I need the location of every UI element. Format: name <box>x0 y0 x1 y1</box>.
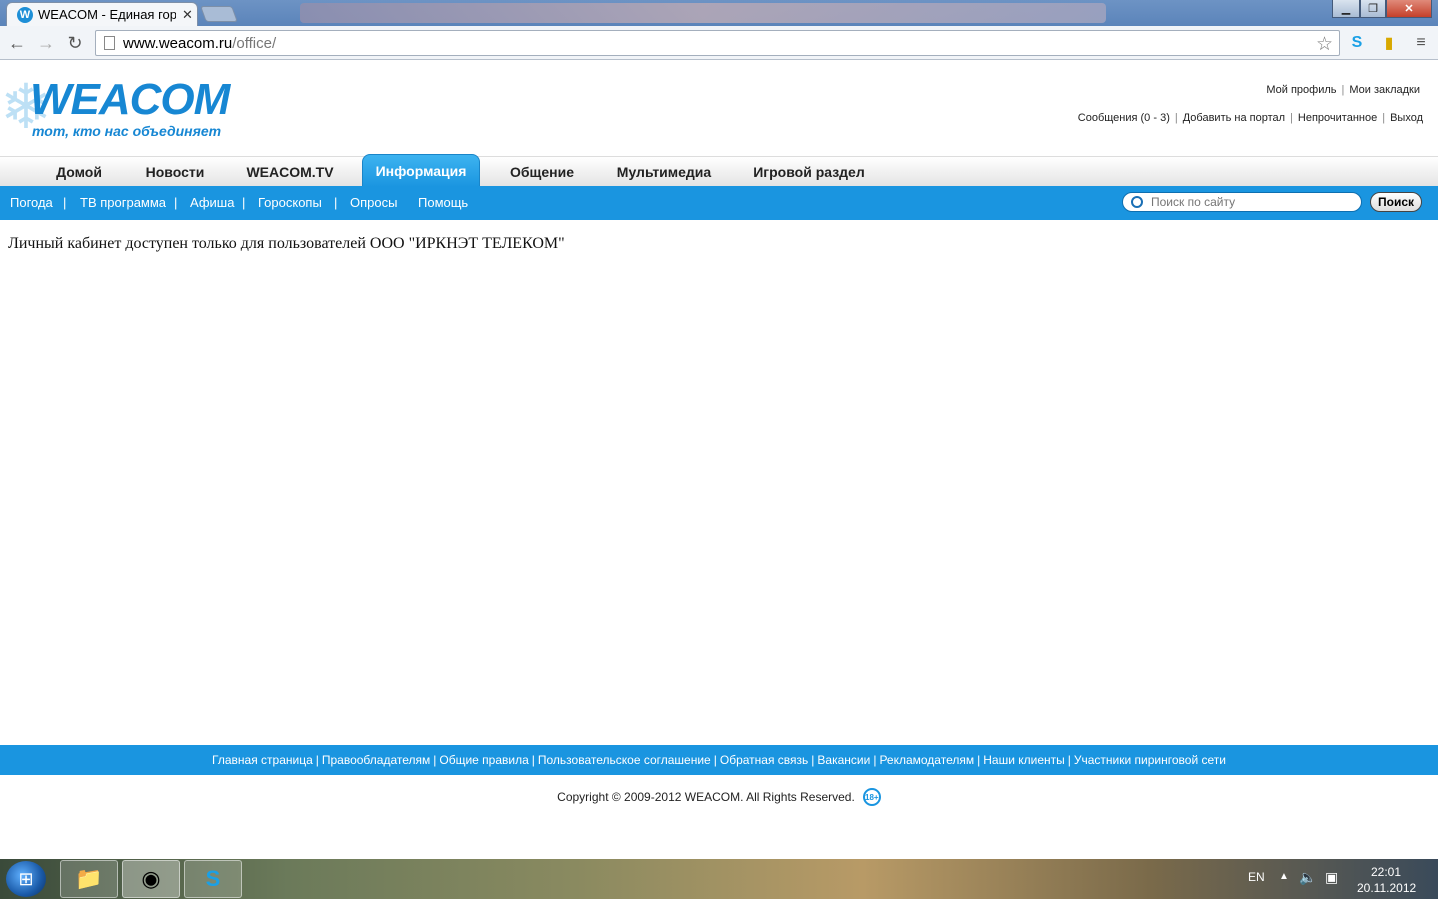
footer-link-rightholders[interactable]: Правообладателям <box>322 753 430 767</box>
nav-news[interactable]: Новости <box>136 157 214 187</box>
bookmark-star-icon[interactable]: ☆ <box>1316 33 1333 56</box>
menu-icon[interactable]: ≡ <box>1410 32 1432 54</box>
footer-links: Главная страница | Правообладателям | Общи… <box>0 745 1438 775</box>
browser-titlebar: W WEACOM - Единая город ✕ ▁ ❐ ✕ <box>0 0 1438 26</box>
reload-icon[interactable]: ↻ <box>64 32 86 54</box>
url-path: /office/ <box>232 34 277 52</box>
my-bookmarks-link[interactable]: Мои закладки <box>1349 84 1420 96</box>
url-host: www.weacom.ru <box>123 34 233 52</box>
subnav-weather[interactable]: Погода <box>10 195 53 210</box>
sub-nav: Погода | ТВ программа | Афиша | Гороскоп… <box>0 186 1438 220</box>
subnav-polls[interactable]: Опросы <box>350 195 397 210</box>
separator: | <box>315 753 319 767</box>
top-links-row1: Мой профиль | Мои закладки <box>1266 84 1420 96</box>
browser-toolbar: ← → ↻ www.weacom.ru/office/ ☆ S ▮ ≡ <box>0 26 1438 60</box>
separator: | <box>531 753 535 767</box>
top-links-row2: Сообщения (0 - 3) | Добавить на портал | Неп… <box>1078 112 1423 124</box>
close-window-button[interactable]: ✕ <box>1386 0 1432 18</box>
separator: | <box>873 753 877 767</box>
subnav-afisha[interactable]: Афиша <box>190 195 234 210</box>
nav-home[interactable]: Домой <box>40 157 118 187</box>
separator: | <box>1290 112 1293 124</box>
logo-slogan: тот, кто нас объединяет <box>32 123 222 139</box>
extension-icon[interactable]: ▮ <box>1378 32 1400 54</box>
separator: | <box>334 195 338 210</box>
separator: | <box>242 195 246 210</box>
copyright: Copyright © 2009-2012 WEACOM. All Rights… <box>0 788 1438 806</box>
address-bar[interactable]: www.weacom.ru/office/ ☆ <box>95 30 1340 56</box>
volume-icon[interactable]: 🔈 <box>1299 869 1316 886</box>
separator: | <box>174 195 178 210</box>
messages-link[interactable]: Сообщения (0 - 3) <box>1078 112 1170 124</box>
browser-tab-active[interactable]: W WEACOM - Единая город ✕ <box>6 2 198 26</box>
blurred-background-window <box>300 3 1106 23</box>
network-icon[interactable]: ▣ <box>1325 869 1338 886</box>
logout-link[interactable]: Выход <box>1390 112 1423 124</box>
age-rating-badge: 18+ <box>862 788 881 806</box>
nav-weacom-tv[interactable]: WEACOM.TV <box>236 157 344 187</box>
subnav-horoscopes[interactable]: Гороскопы <box>258 195 322 210</box>
clock-date[interactable]: 20.11.2012 <box>1357 881 1416 895</box>
page-icon <box>104 36 115 50</box>
forward-arrow-icon[interactable]: → <box>35 32 57 54</box>
footer-link-agreement[interactable]: Пользовательское соглашение <box>538 753 711 767</box>
back-arrow-icon[interactable]: ← <box>6 32 28 54</box>
start-button[interactable]: ⊞ <box>6 861 46 897</box>
clock-time[interactable]: 22:01 <box>1371 865 1401 879</box>
nav-information[interactable]: Информация <box>362 154 480 187</box>
separator: | <box>1382 112 1386 124</box>
add-to-portal-link[interactable]: Добавить на портал <box>1183 112 1285 124</box>
minimize-button[interactable]: ▁ <box>1332 0 1360 18</box>
weacom-logo[interactable]: ❄ WEACOM тот, кто нас объединяет <box>0 69 240 144</box>
footer-link-peering[interactable]: Участники пиринговой сети <box>1074 753 1226 767</box>
separator: | <box>811 753 815 767</box>
unread-link[interactable]: Непрочитанное <box>1298 112 1377 124</box>
logo-text: WEACOM <box>30 75 230 124</box>
nav-multimedia[interactable]: Мультимедиа <box>606 157 722 187</box>
footer-link-home[interactable]: Главная страница <box>212 753 313 767</box>
separator: | <box>63 195 67 210</box>
weacom-favicon-icon: W <box>17 6 33 23</box>
footer-link-feedback[interactable]: Обратная связь <box>720 753 808 767</box>
skype-extension-icon[interactable]: S <box>1346 32 1368 54</box>
separator: | <box>1067 753 1071 767</box>
tab-close-icon[interactable]: ✕ <box>182 7 193 23</box>
nav-games[interactable]: Игровой раздел <box>744 157 874 187</box>
separator: | <box>713 753 717 767</box>
separator: | <box>433 753 437 767</box>
site-search[interactable] <box>1122 192 1362 212</box>
separator: | <box>1341 84 1345 96</box>
nav-communication[interactable]: Общение <box>498 157 586 187</box>
main-nav: Домой Новости WEACOM.TV Информация Общен… <box>0 154 1438 187</box>
search-input[interactable] <box>1151 195 1351 209</box>
skype-taskbar-icon[interactable]: S <box>184 860 242 898</box>
explorer-taskbar-icon[interactable]: 📁 <box>60 860 118 898</box>
tab-title: WEACOM - Единая город <box>38 7 176 22</box>
footer-link-vacancies[interactable]: Вакансии <box>817 753 870 767</box>
footer-link-clients[interactable]: Наши клиенты <box>983 753 1065 767</box>
maximize-button[interactable]: ❐ <box>1360 0 1386 18</box>
webpage: ❄ WEACOM тот, кто нас объединяет Мой про… <box>0 61 1438 859</box>
new-tab-button[interactable] <box>200 6 238 22</box>
footer-link-rules[interactable]: Общие правила <box>439 753 528 767</box>
separator: | <box>977 753 981 767</box>
subnav-help[interactable]: Помощь <box>418 195 468 210</box>
footer-link-advertisers[interactable]: Рекламодателям <box>879 753 974 767</box>
chrome-taskbar-icon[interactable]: ◉ <box>122 860 180 898</box>
my-profile-link[interactable]: Мой профиль <box>1266 84 1336 96</box>
search-button[interactable]: Поиск <box>1370 192 1422 212</box>
language-indicator[interactable]: EN <box>1248 870 1265 884</box>
separator: | <box>1174 112 1178 124</box>
windows-taskbar: ⊞ 📁 ◉ S EN ▲ 🔈 ▣ 22:01 20.11.2012 <box>0 859 1438 899</box>
subnav-tv-program[interactable]: ТВ программа <box>80 195 166 210</box>
copyright-text: Copyright © 2009-2012 WEACOM. All Rights… <box>557 790 855 804</box>
access-notice: Личный кабинет доступен только для польз… <box>8 235 565 252</box>
search-icon <box>1131 196 1143 208</box>
show-hidden-icons-icon[interactable]: ▲ <box>1279 871 1289 882</box>
